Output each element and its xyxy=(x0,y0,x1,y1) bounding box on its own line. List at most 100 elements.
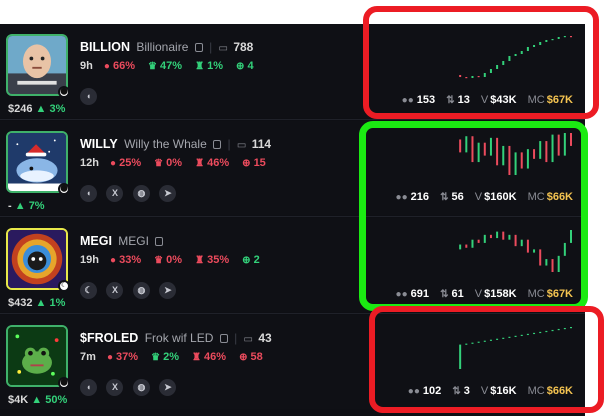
moon-icon[interactable]: ☾ xyxy=(80,282,97,299)
change-up-icon: ▲ xyxy=(35,103,47,115)
bald-villain-avatar-icon xyxy=(8,36,66,94)
change-percent: 3% xyxy=(49,103,66,115)
social-links: ◖ X ◍ ➤ xyxy=(80,183,181,202)
social-links: ◖ X ◍ ➤ xyxy=(80,377,181,396)
dev-value: 0% xyxy=(166,254,183,266)
top-holders-stat: ● 37% xyxy=(107,351,138,363)
token-ticker[interactable]: BILLION xyxy=(80,40,130,54)
token-avatar[interactable] xyxy=(6,34,68,96)
change-up-icon: ▲ xyxy=(31,394,43,406)
dev-stat: ♛ 47% xyxy=(148,60,182,72)
x-icon[interactable]: X xyxy=(106,185,124,202)
user-icon: ● xyxy=(110,255,117,266)
copy-icon[interactable] xyxy=(219,334,228,343)
token-list-screen: ⬤ $246 ▲ 3% BILLION Billionaire | ▭ 788 … xyxy=(0,0,606,416)
pill-icon[interactable]: ◖ xyxy=(80,379,97,396)
comment-count: 114 xyxy=(251,137,272,151)
market-cap-value: - xyxy=(8,200,12,212)
market-cap-change: $246 ▲ 3% xyxy=(8,103,65,115)
target-value: 58 xyxy=(250,351,263,363)
row-divider xyxy=(0,119,585,120)
token-avatar[interactable] xyxy=(6,228,68,290)
token-stats: 12h ● 25% ♛ 0% ♜ 46% ⊕ 15 xyxy=(80,157,276,169)
market-cap-change: $432 ▲ 1% xyxy=(8,297,65,309)
dev-value: 0% xyxy=(166,157,183,169)
token-title: $FROLED Frok wif LED | ▭ 43 xyxy=(80,331,272,345)
snipers-value: 46% xyxy=(204,351,227,363)
comment-icon: ▭ xyxy=(218,43,228,54)
sniper-icon: ♜ xyxy=(195,255,205,266)
dev-stat: ♛ 0% xyxy=(154,254,182,266)
telegram-icon[interactable]: ➤ xyxy=(159,185,177,202)
top-holders-stat: ● 33% xyxy=(110,254,141,266)
top-holders-value: 37% xyxy=(116,351,139,363)
crosshair-icon: ⊕ xyxy=(242,158,251,169)
x-icon[interactable]: X xyxy=(106,379,124,396)
comment-icon: ▭ xyxy=(243,334,253,345)
change-up-icon: ▲ xyxy=(14,200,26,212)
target-stat: ⊕ 2 xyxy=(242,254,260,266)
copy-icon[interactable] xyxy=(194,43,203,52)
token-stats: 19h ● 33% ♛ 0% ♜ 35% ⊕ 2 xyxy=(80,254,270,266)
telegram-icon[interactable]: ➤ xyxy=(159,379,177,396)
crosshair-icon: ⊕ xyxy=(242,255,251,266)
comment-count: 788 xyxy=(233,40,254,54)
crosshair-icon: ⊕ xyxy=(239,352,248,363)
target-stat: ⊕ 58 xyxy=(239,351,263,363)
psychedelic-cat-avatar-icon xyxy=(8,230,66,288)
telegram-icon[interactable]: ➤ xyxy=(159,282,177,299)
sniper-icon: ♜ xyxy=(195,158,205,169)
snipers-stat: ♜ 46% xyxy=(195,157,229,169)
top-holders-value: 66% xyxy=(112,60,135,72)
copy-icon[interactable] xyxy=(155,237,164,246)
annotation-box-green xyxy=(359,121,588,311)
social-links: ◖ xyxy=(80,86,102,105)
token-ticker[interactable]: MEGI xyxy=(80,234,112,248)
token-stats: 7m ● 37% ♛ 2% ♜ 46% ⊕ 58 xyxy=(80,351,273,363)
market-cap-value: $246 xyxy=(8,103,33,115)
snipers-value: 46% xyxy=(207,157,230,169)
social-links: ☾ X ◍ ➤ xyxy=(80,280,181,299)
comment-count: 43 xyxy=(258,331,272,345)
market-cap-value: $432 xyxy=(8,297,33,309)
token-title: MEGI MEGI xyxy=(80,234,164,248)
user-icon: ● xyxy=(103,61,110,72)
annotation-box-red xyxy=(369,306,604,413)
user-icon: ● xyxy=(106,352,114,363)
pill-icon[interactable]: ◖ xyxy=(80,185,97,202)
change-percent: 50% xyxy=(45,394,68,406)
chef-hat-icon: ♛ xyxy=(148,61,158,72)
top-holders-value: 25% xyxy=(119,157,142,169)
copy-icon[interactable] xyxy=(213,140,222,149)
x-icon[interactable]: X xyxy=(106,282,124,299)
pill-badge-icon: ⬤ xyxy=(58,183,70,195)
token-avatar[interactable] xyxy=(6,131,68,193)
change-up-icon: ▲ xyxy=(35,297,47,309)
pill-badge-icon: ⬤ xyxy=(58,377,70,389)
dev-value: 47% xyxy=(160,60,183,72)
divider: | xyxy=(227,137,231,151)
dev-stat: ♛ 0% xyxy=(154,157,182,169)
dev-stat: ♛ 2% xyxy=(151,351,179,363)
annotation-box-red xyxy=(363,6,599,119)
snipers-stat: ♜ 1% xyxy=(195,60,223,72)
globe-icon[interactable]: ◍ xyxy=(132,379,150,396)
target-value: 2 xyxy=(253,254,260,266)
globe-icon[interactable]: ◍ xyxy=(132,185,150,202)
token-avatar[interactable] xyxy=(6,325,68,387)
top-holders-stat: ● 25% xyxy=(110,157,141,169)
token-title: WILLY Willy the Whale | ▭ 114 xyxy=(80,137,271,151)
target-value: 4 xyxy=(247,60,254,72)
crosshair-icon: ⊕ xyxy=(236,61,245,72)
change-percent: 7% xyxy=(28,200,45,212)
market-cap-change: - ▲ 7% xyxy=(8,200,45,212)
token-ticker[interactable]: WILLY xyxy=(80,137,118,151)
token-ticker[interactable]: $FROLED xyxy=(80,331,138,345)
chef-hat-icon: ♛ xyxy=(154,158,164,169)
globe-icon[interactable]: ◍ xyxy=(132,282,150,299)
sniper-icon: ♜ xyxy=(192,352,202,363)
target-stat: ⊕ 4 xyxy=(236,60,254,72)
chef-hat-icon: ♛ xyxy=(151,352,161,363)
pill-icon[interactable]: ◖ xyxy=(80,88,97,105)
snipers-stat: ♜ 46% xyxy=(192,351,226,363)
